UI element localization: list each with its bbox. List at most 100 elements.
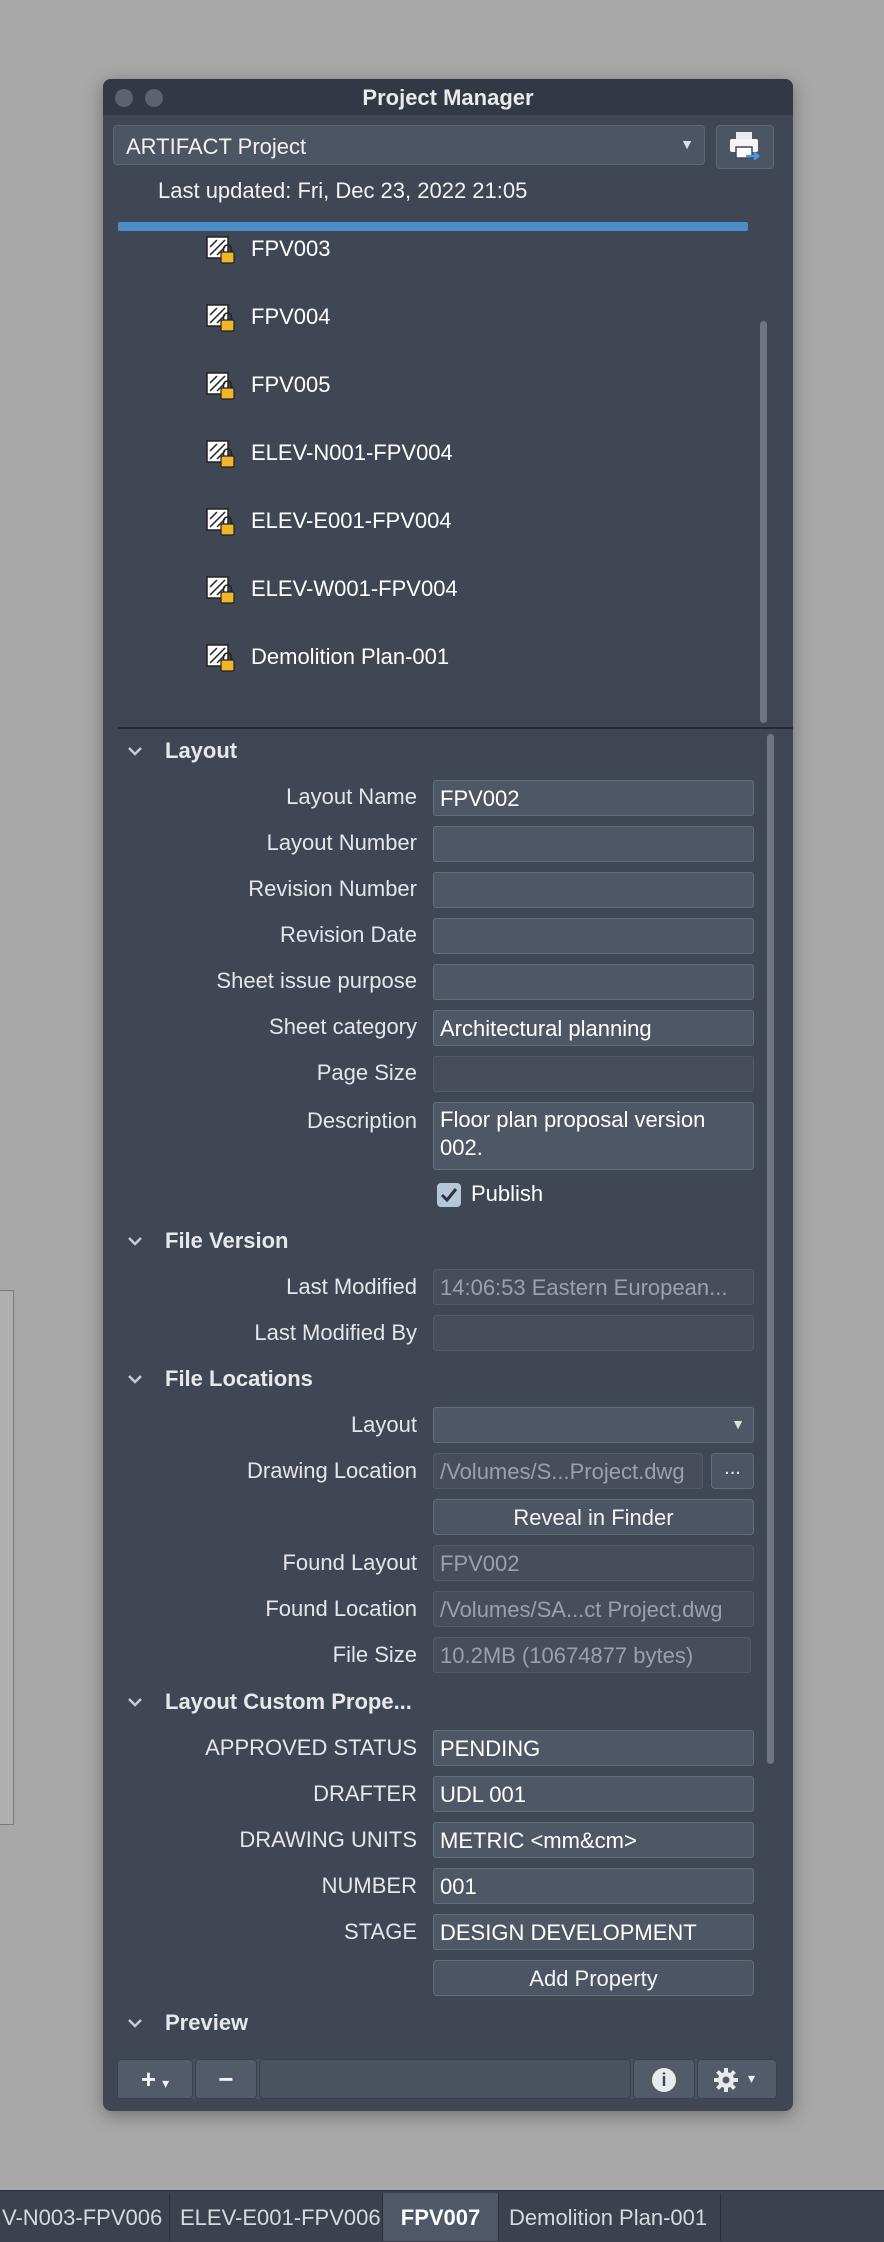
locked-layout-icon: [206, 440, 235, 468]
chevron-down-icon: ▼: [680, 136, 694, 152]
last-modified-label: Last Modified: [286, 1274, 417, 1299]
panel-toolbar: + ▾ − i ▾: [117, 2059, 777, 2099]
publish-print-button[interactable]: [716, 125, 774, 169]
project-select-value: ARTIFACT Project: [126, 134, 307, 159]
add-button[interactable]: + ▾: [117, 2059, 193, 2099]
section-title: File Locations: [165, 1366, 313, 1391]
sheet-category-label: Sheet category: [269, 1014, 417, 1039]
stage-label: STAGE: [344, 1919, 417, 1944]
page-size-label: Page Size: [316, 1060, 417, 1085]
plus-icon: +: [140, 2064, 157, 2094]
found-layout-field: FPV002: [433, 1545, 754, 1581]
info-button[interactable]: i: [633, 2059, 695, 2099]
file-size-field: 10.2MB (10674877 bytes): [433, 1637, 751, 1673]
layout-name-label: Layout Name: [286, 784, 417, 809]
layout-select[interactable]: ▼: [433, 1407, 754, 1443]
layout-number-label: Layout Number: [266, 830, 417, 855]
properties-scrollbar[interactable]: [767, 734, 774, 1764]
approved-status-field[interactable]: PENDING: [433, 1730, 754, 1766]
stage-field[interactable]: DESIGN DEVELOPMENT: [433, 1914, 754, 1950]
list-scrollbar[interactable]: [760, 321, 767, 723]
window-title: Project Manager: [362, 85, 534, 110]
pane-splitter[interactable]: [118, 727, 793, 729]
info-icon: i: [652, 2068, 676, 2092]
project-select[interactable]: ARTIFACT Project ▼: [113, 125, 705, 165]
sheet-issue-purpose-label: Sheet issue purpose: [216, 968, 417, 993]
publish-label: Publish: [471, 1181, 544, 1206]
revision-number-field[interactable]: [433, 872, 754, 908]
revision-date-label: Revision Date: [280, 922, 417, 947]
last-modified-by-field: [433, 1315, 754, 1351]
locked-layout-icon: [206, 508, 235, 536]
locked-layout-icon: [206, 576, 235, 604]
list-item-label: ELEV-E001-FPV004: [251, 508, 452, 533]
background-drawing-frame: [0, 1290, 14, 1825]
number-label: NUMBER: [321, 1873, 417, 1898]
list-item-label: FPV004: [251, 304, 331, 329]
revision-number-label: Revision Number: [248, 876, 417, 901]
sync-progress-bar: [118, 222, 748, 231]
title-bar: Project Manager: [103, 79, 793, 115]
chevron-down-icon: [128, 1237, 142, 1246]
layout-tab[interactable]: V-N003-FPV006: [0, 2193, 170, 2241]
sheet-category-field[interactable]: Architectural planning: [433, 1010, 754, 1046]
locked-layout-icon: [206, 304, 235, 332]
layout-number-field[interactable]: [433, 826, 754, 862]
drawing-units-field[interactable]: METRIC <mm&cm>: [433, 1822, 754, 1858]
last-updated-text: Last updated: Fri, Dec 23, 2022 21:05: [158, 178, 528, 203]
chevron-down-icon: ▼: [731, 1416, 745, 1432]
toolbar-spacer: [259, 2059, 631, 2099]
found-location-field: /Volumes/SA...ct Project.dwg: [433, 1591, 754, 1627]
project-manager-panel: Project Manager ARTIFACT Project ▼ Last …: [103, 79, 793, 2111]
reveal-in-finder-button[interactable]: Reveal in Finder: [433, 1499, 754, 1535]
browse-button[interactable]: ...: [711, 1453, 754, 1489]
last-modified-field: 14:06:53 Eastern European...: [433, 1269, 754, 1305]
number-field[interactable]: 001: [433, 1868, 754, 1904]
revision-date-field[interactable]: [433, 918, 754, 954]
file-size-label: File Size: [332, 1642, 417, 1667]
list-item-label: FPV005: [251, 372, 331, 397]
remove-button[interactable]: −: [195, 2059, 257, 2099]
list-item-label: FPV003: [251, 236, 331, 261]
minus-icon: −: [218, 2064, 234, 2094]
section-title: Layout Custom Prope...: [165, 1689, 412, 1714]
checkmark-icon: [440, 1188, 458, 1203]
list-item-label: Demolition Plan-001: [251, 644, 450, 669]
chevron-down-icon: [128, 1698, 142, 1707]
add-property-button[interactable]: Add Property: [433, 1960, 754, 1996]
layout-tab[interactable]: Demolition Plan-001: [499, 2193, 721, 2241]
chevron-down-icon: [128, 747, 142, 756]
description-field[interactable]: Floor plan proposal version 002.: [433, 1102, 754, 1170]
chevron-down-icon: ▾: [748, 2070, 756, 2086]
drafter-label: DRAFTER: [313, 1781, 417, 1806]
publish-checkbox[interactable]: [437, 1183, 461, 1207]
drawing-location-field: /Volumes/S...Project.dwg: [433, 1453, 703, 1489]
chevron-down-icon: ▾: [162, 2075, 170, 2091]
chevron-down-icon: [128, 2019, 142, 2028]
drafter-field[interactable]: UDL 001: [433, 1776, 754, 1812]
settings-button[interactable]: ▾: [697, 2059, 777, 2099]
found-layout-label: Found Layout: [282, 1550, 417, 1575]
locked-layout-icon: [206, 644, 235, 672]
section-title: Preview: [165, 2010, 249, 2035]
gear-icon: [714, 2068, 738, 2092]
last-modified-by-label: Last Modified By: [254, 1320, 417, 1345]
list-item-label: ELEV-N001-FPV004: [251, 440, 453, 465]
sheet-issue-purpose-field[interactable]: [433, 964, 754, 1000]
drawing-units-label: DRAWING UNITS: [239, 1827, 417, 1852]
drawing-location-label: Drawing Location: [247, 1458, 417, 1483]
layout-tab-bar: V-N003-FPV006 ELEV-E001-FPV006 FPV007 De…: [0, 2190, 884, 2242]
layout-tab-active[interactable]: FPV007: [383, 2193, 499, 2241]
section-title: Layout: [165, 738, 238, 763]
section-title: File Version: [165, 1228, 289, 1253]
list-item-label: ELEV-W001-FPV004: [251, 576, 458, 601]
page-size-field: [433, 1056, 754, 1092]
approved-status-label: APPROVED STATUS: [205, 1735, 417, 1760]
layout-name-field[interactable]: FPV002: [433, 780, 754, 816]
description-label: Description: [306, 1108, 417, 1133]
chevron-down-icon: [128, 1375, 142, 1384]
layout-tab[interactable]: ELEV-E001-FPV006: [170, 2193, 383, 2241]
locked-layout-icon: [206, 236, 235, 264]
layout-select-label: Layout: [350, 1412, 417, 1437]
locked-layout-icon: [206, 372, 235, 400]
